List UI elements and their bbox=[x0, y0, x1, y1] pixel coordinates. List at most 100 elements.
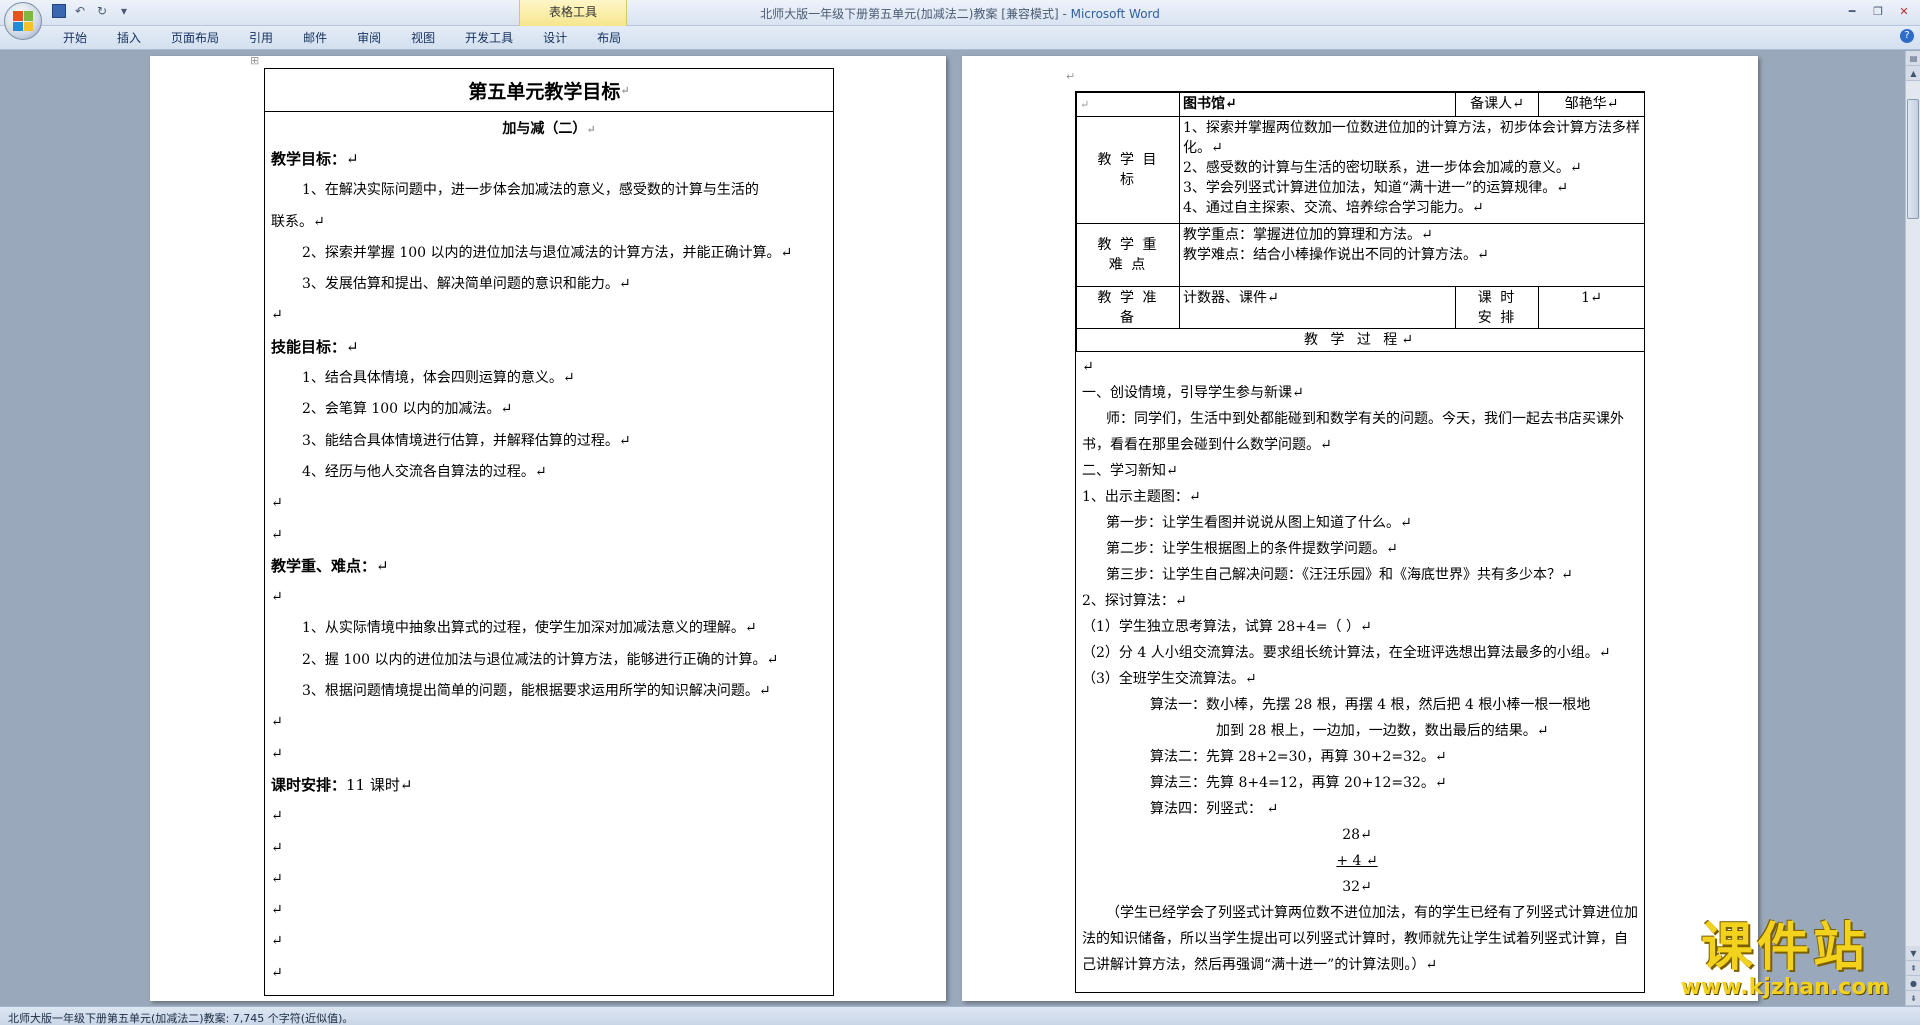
section-heading: 课时安排：11 课时↵ bbox=[271, 775, 413, 794]
section-heading: 教学目标：↵ bbox=[271, 150, 359, 168]
ribbon-tab[interactable]: 页面布局 bbox=[156, 30, 234, 46]
ribbon-tab[interactable]: 插入 bbox=[102, 30, 156, 46]
browse-object-icon[interactable]: ● bbox=[1906, 976, 1920, 991]
text-line: 联系。↵ bbox=[271, 213, 325, 230]
scroll-up-icon[interactable]: ▲ bbox=[1906, 66, 1920, 81]
hours-value: 1↵ bbox=[1538, 286, 1645, 329]
keypoint-item: 教学难点：结合小棒操作说出不同的计算方法。↵ bbox=[1183, 247, 1489, 263]
ribbon-tab[interactable]: 开发工具 bbox=[450, 30, 528, 46]
prep-label: 教 学 准 备 bbox=[1076, 286, 1180, 329]
text-line: 4、经历与他人交流各自算法的过程。↵ bbox=[302, 463, 547, 480]
ribbon-tab[interactable]: 邮件 bbox=[288, 30, 342, 46]
left-page-subtitle: 加与减（二）↵ bbox=[502, 121, 596, 137]
text-line: 1、结合具体情境，体会四则运算的意义。↵ bbox=[302, 370, 575, 387]
office-button[interactable] bbox=[4, 2, 42, 40]
paragraph-mark: ↵ bbox=[1066, 70, 1076, 83]
left-page-body: 教学目标：↵ 1、在解决实际问题中，进一步体会加减法的意义，感受数的计算与生活的联… bbox=[265, 144, 833, 989]
lesson-plan-table: ↵ 图书馆↵ 备课人↵ 邹艳华↵ 教 学 目 标 1、探索并掌握两位数加一位数进… bbox=[1075, 91, 1645, 993]
process-line: （3）全班学生交流算法。↵ bbox=[1082, 671, 1257, 687]
ribbon-tab[interactable]: 设计 bbox=[528, 30, 582, 46]
process-line: ↵ bbox=[1082, 359, 1094, 375]
next-page-icon[interactable]: ⇟ bbox=[1906, 991, 1920, 1006]
text-line: ↵ bbox=[271, 307, 283, 324]
prep-value: 计数器、课件↵ bbox=[1179, 286, 1456, 329]
process-label: 教 学 过 程↵ bbox=[1076, 328, 1645, 352]
scroll-down-icon[interactable]: ▼ bbox=[1906, 946, 1920, 961]
process-line: 第三步：让学生自己解决问题：《汪汪乐园》和《海底世界》共有多少本？↵ bbox=[1106, 567, 1573, 583]
ribbon-tab[interactable]: 审阅 bbox=[342, 30, 396, 46]
help-icon[interactable]: ? bbox=[1900, 29, 1914, 43]
keypoints-cell: 教学重点：掌握进位加的算理和方法。↵ 教学难点：结合小棒操作说出不同的计算方法。… bbox=[1179, 223, 1645, 287]
text-line: 2、探索并掌握 100 以内的进位加法与退位减法的计算方法，并能正确计算。↵ bbox=[302, 244, 793, 261]
page-left[interactable]: ⊞ 第五单元教学目标 ↵ 加与减（二）↵ 教学目标：↵ 1、在解决实际问题中，进一步… bbox=[150, 54, 946, 1001]
ribbon-tab[interactable]: 引用 bbox=[234, 30, 288, 46]
goal-item: 4、通过自主探索、交流、培养综合学习能力。↵ bbox=[1183, 200, 1484, 216]
goals-cell: 1、探索并掌握两位数加一位数进位加的计算方法，初步体会计算方法多样化。↵ 2、感… bbox=[1179, 116, 1645, 224]
ribbon-tab[interactable]: 开始 bbox=[48, 30, 102, 46]
process-line: 1、出示主题图：↵ bbox=[1082, 489, 1201, 505]
kjzhan-watermark: 课件站 www.kjzhan.com bbox=[1665, 920, 1905, 1004]
page-right[interactable]: ↵ ↵ 图书馆↵ 备课人↵ 邹艳华↵ 教 学 目 标 1、探索并掌握两位数加一位… bbox=[962, 56, 1758, 1001]
ribbon-tab[interactable]: 布局 bbox=[582, 30, 636, 46]
text-line: 3、发展估算和提出、解决简单问题的意识和能力。↵ bbox=[302, 276, 631, 293]
previous-page-icon[interactable]: ⇞ bbox=[1906, 961, 1920, 976]
ribbon-tab-bar: 开始 插入 页面布局 引用 邮件 审阅 视图 开发工具 设计 布局 ? bbox=[0, 26, 1920, 50]
process-line: 第二步：让学生根据图上的条件提数学问题。↵ bbox=[1106, 541, 1398, 557]
text-line: ↵ bbox=[271, 589, 283, 606]
window-title: 北师大版一年级下册第五单元(加减法二)教案 [兼容模式] - Microsoft… bbox=[760, 7, 1160, 21]
left-page-title: 第五单元教学目标 ↵ bbox=[265, 69, 833, 112]
section-heading: 技能目标：↵ bbox=[271, 337, 359, 356]
text-line: 2、会笔算 100 以内的加减法。↵ bbox=[302, 401, 513, 418]
watermark-url: www.kjzhan.com bbox=[1680, 975, 1890, 1000]
text-line: 3、根据问题情境提出简单的问题，能根据要求运用所学的知识解决问题。↵ bbox=[302, 683, 771, 700]
process-line: 算法三：先算 8+4=12，再算 20+12=32。↵ bbox=[1150, 775, 1447, 791]
process-line: （学生已经学会了列竖式计算两位数不进位加法，有的学生已经有了列竖式计算进位加法的… bbox=[1082, 905, 1638, 973]
text-line: ↵ bbox=[271, 808, 283, 825]
table-move-handle-icon[interactable]: ⊞ bbox=[250, 54, 259, 67]
process-line: （2）分 4 人小组交流算法。要求组长统计算法，在全班评选想出算法最多的小组。↵ bbox=[1082, 645, 1611, 661]
goal-item: 3、学会列竖式计算进位加法，知道“满十进一”的运算规律。↵ bbox=[1183, 180, 1568, 196]
topic-cell: 图书馆↵ bbox=[1179, 92, 1456, 117]
office-logo-icon bbox=[13, 11, 33, 31]
preparer-name: 邹艳华↵ bbox=[1538, 92, 1645, 117]
process-line: 师：同学们，生活中到处都能碰到和数学有关的问题。今天，我们一起去书店买课外书，看… bbox=[1082, 411, 1624, 453]
text-line: ↵ bbox=[271, 714, 283, 731]
scroll-thumb[interactable] bbox=[1907, 99, 1919, 219]
text-line: ↵ bbox=[271, 964, 283, 981]
watermark-title: 课件站 bbox=[1700, 918, 1869, 978]
text-line: ↵ bbox=[271, 870, 283, 887]
hours-label: 课 时 安 排 bbox=[1455, 286, 1539, 329]
table-tools-label: 表格工具 bbox=[548, 5, 597, 19]
vertical-scrollbar[interactable]: ▤ ▲ ▼ ⇞ ● ⇟ bbox=[1905, 51, 1920, 1006]
maximize-icon[interactable]: ❐ bbox=[1866, 2, 1890, 20]
close-icon[interactable]: ✕ bbox=[1892, 2, 1916, 20]
goal-item: 1、探索并掌握两位数加一位数进位加的计算方法，初步体会计算方法多样化。↵ bbox=[1183, 120, 1640, 156]
text-line: ↵ bbox=[271, 902, 283, 919]
status-bar: 北师大版一年级下册第五单元(加减法二)教案: 7,745 个字符(近似值)。 bbox=[0, 1006, 1920, 1025]
status-text: 北师大版一年级下册第五单元(加减法二)教案: 7,745 个字符(近似值)。 bbox=[8, 1012, 354, 1025]
goals-label: 教 学 目 标 bbox=[1076, 116, 1180, 224]
process-line: 算法一：数小棒，先摆 28 根，再摆 4 根，然后把 4 根小棒一根一根地 bbox=[1150, 697, 1591, 713]
keypoint-item: 教学重点：掌握进位加的算理和方法。↵ bbox=[1183, 227, 1433, 243]
lesson-process-body: ↵ 一、创设情境，引导学生参与新课↵ 师：同学们，生活中到处都能碰到和数学有关的问题… bbox=[1076, 352, 1644, 978]
process-line: 一、创设情境，引导学生参与新课↵ bbox=[1082, 385, 1304, 401]
process-line: 28↵ bbox=[1342, 827, 1372, 843]
text-line: 1、在解决实际问题中，进一步体会加减法的意义，感受数的计算与生活的 bbox=[302, 182, 759, 199]
text-line: ↵ bbox=[271, 495, 283, 512]
process-line: + 4 ↵ bbox=[1336, 853, 1378, 869]
text-line: ↵ bbox=[271, 526, 283, 543]
ruler-toggle-icon[interactable]: ▤ bbox=[1906, 51, 1920, 66]
minimize-icon[interactable]: ━ bbox=[1840, 2, 1864, 20]
title-bar: ↶ ↻ ▾ 北师大版一年级下册第五单元(加减法二)教案 [兼容模式] - Mic… bbox=[0, 0, 1920, 26]
ribbon-tabs: 开始 插入 页面布局 引用 邮件 审阅 视图 开发工具 设计 布局 bbox=[48, 30, 636, 46]
text-line: 1、从实际情境中抽象出算式的过程，使学生加深对加减法意义的理解。↵ bbox=[302, 620, 757, 637]
cell-blank: ↵ bbox=[1076, 92, 1180, 117]
text-line: ↵ bbox=[271, 839, 283, 856]
document-area[interactable]: ⊞ 第五单元教学目标 ↵ 加与减（二）↵ 教学目标：↵ 1、在解决实际问题中，进一步… bbox=[0, 51, 1905, 1006]
window-controls: ━ ❐ ✕ bbox=[1840, 2, 1916, 20]
text-line: 3、能结合具体情境进行估算，并解释估算的过程。↵ bbox=[302, 432, 631, 449]
process-line: 32↵ bbox=[1342, 879, 1372, 895]
process-line: 算法二：先算 28+2=30，再算 30+2=32。↵ bbox=[1150, 749, 1447, 765]
process-line: （1）学生独立思考算法，试算 28+4=（ ）↵ bbox=[1082, 619, 1372, 635]
ribbon-tab[interactable]: 视图 bbox=[396, 30, 450, 46]
